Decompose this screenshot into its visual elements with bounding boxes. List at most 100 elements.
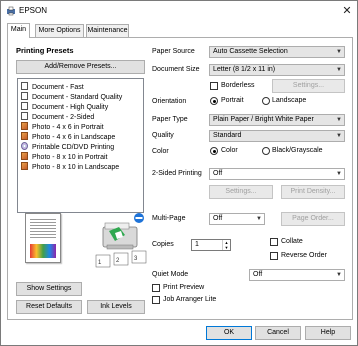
preview-text-line	[30, 225, 56, 226]
preset-label: Photo - 4 x 6 in Landscape	[32, 134, 116, 141]
preset-label: Printable CD/DVD Printing	[32, 144, 115, 151]
list-item[interactable]: Document - High Quality	[21, 102, 108, 111]
quiet-mode-select[interactable]: Off ▼	[249, 269, 345, 281]
copies-value: 1	[195, 241, 199, 248]
photo-icon	[21, 152, 28, 160]
title-bar: EPSON ✕	[1, 1, 357, 21]
paper-type-label: Paper Type	[152, 116, 188, 123]
list-item[interactable]: Printable CD/DVD Printing	[21, 142, 114, 151]
printer-app-icon	[7, 6, 15, 16]
job-arranger-lite-label: Job Arranger Lite	[163, 296, 217, 303]
chevron-down-icon: ▼	[336, 49, 342, 55]
color-option-label: Color	[221, 147, 238, 154]
list-item[interactable]: Photo - 4 x 6 in Portrait	[21, 122, 104, 131]
borderless-settings-button[interactable]: Settings...	[272, 79, 345, 93]
borderless-label: Borderless	[221, 82, 255, 89]
presets-list[interactable]: Document - Fast Document - Standard Qual…	[17, 78, 144, 213]
ink-levels-button[interactable]: Ink Levels	[87, 300, 145, 314]
chevron-down-icon: ▼	[336, 171, 342, 177]
photo-icon	[21, 162, 28, 170]
preview-text-line	[30, 234, 56, 235]
multi-page-select[interactable]: Off ▼	[209, 213, 265, 225]
show-settings-button[interactable]: Show Settings	[16, 282, 82, 296]
stepper-arrows-icon[interactable]: ▲ ▼	[222, 240, 230, 250]
quality-value: Standard	[213, 132, 242, 139]
list-item[interactable]: Photo - 8 x 10 in Landscape	[21, 162, 119, 171]
multi-page-value: Off	[213, 215, 223, 222]
list-item[interactable]: Photo - 8 x 10 in Portrait	[21, 152, 107, 161]
document-size-select[interactable]: Letter (8 1/2 x 11 in) ▼	[209, 64, 345, 76]
printer-illustration: 1 2 3	[95, 213, 147, 268]
photo-icon	[21, 132, 28, 140]
borderless-checkbox[interactable]	[210, 82, 218, 90]
quiet-mode-value: Off	[253, 271, 263, 278]
quality-label: Quality	[152, 132, 174, 139]
preset-label: Document - Standard Quality	[32, 94, 123, 101]
preview-text-line	[30, 219, 56, 220]
list-item[interactable]: Document - 2-Sided	[21, 112, 94, 121]
collate-checkbox[interactable]	[270, 238, 278, 246]
page-order-button[interactable]: Page Order...	[281, 212, 345, 226]
document-size-label: Document Size	[152, 66, 200, 73]
copies-stepper[interactable]: 1 ▲ ▼	[191, 239, 231, 251]
document-icon	[21, 102, 28, 110]
two-sided-settings-button[interactable]: Settings...	[209, 185, 273, 199]
portrait-radio[interactable]	[210, 97, 218, 105]
collate-label: Collate	[281, 238, 303, 245]
tab-more-options[interactable]: More Options	[35, 24, 84, 37]
chevron-down-icon: ▼	[336, 133, 342, 139]
preview-text-line	[30, 222, 56, 223]
add-remove-presets-button[interactable]: Add/Remove Presets...	[16, 60, 145, 74]
help-button[interactable]: Help	[305, 326, 351, 340]
document-icon	[21, 112, 28, 120]
paper-source-select[interactable]: Auto Cassette Selection ▼	[209, 46, 345, 58]
paper-source-label: Paper Source	[152, 48, 195, 55]
ok-button[interactable]: OK	[206, 326, 252, 340]
quality-select[interactable]: Standard ▼	[209, 130, 345, 142]
quiet-mode-label: Quiet Mode	[152, 271, 189, 278]
list-item[interactable]: Photo - 4 x 6 in Landscape	[21, 132, 115, 141]
color-radio[interactable]	[210, 147, 218, 155]
grayscale-label: Black/Grayscale	[272, 147, 323, 154]
tab-maintenance[interactable]: Maintenance	[86, 24, 129, 37]
preview-text-line	[30, 237, 56, 238]
close-icon[interactable]: ✕	[340, 4, 354, 18]
color-bars	[30, 244, 56, 258]
epson-print-dialog: EPSON ✕ Main More Options Maintenance Pr…	[0, 0, 358, 346]
portrait-label: Portrait	[221, 97, 244, 104]
chevron-down-icon: ▼	[336, 117, 342, 123]
paper-preview	[25, 213, 61, 263]
list-item[interactable]: Document - Fast	[21, 82, 84, 91]
list-item[interactable]: Document - Standard Quality	[21, 92, 122, 101]
grayscale-radio[interactable]	[262, 147, 270, 155]
multi-page-label: Multi-Page	[152, 215, 186, 222]
two-sided-printing-select[interactable]: Off ▼	[209, 168, 345, 180]
preset-label: Photo - 8 x 10 in Landscape	[32, 164, 120, 171]
main-tab-panel: Printing Presets Add/Remove Presets... D…	[7, 37, 353, 320]
photo-icon	[21, 122, 28, 130]
preset-label: Document - 2-Sided	[32, 114, 95, 121]
two-sided-value: Off	[213, 170, 223, 177]
preset-label: Photo - 4 x 6 in Portrait	[32, 124, 104, 131]
copies-label: Copies	[152, 241, 174, 248]
color-label: Color	[152, 148, 169, 155]
print-preview-label: Print Preview	[163, 284, 205, 291]
landscape-radio[interactable]	[262, 97, 270, 105]
printing-presets-heading: Printing Presets	[16, 46, 74, 55]
chevron-down-icon: ▼	[256, 216, 262, 222]
reset-defaults-button[interactable]: Reset Defaults	[16, 300, 82, 314]
tab-main[interactable]: Main	[7, 23, 30, 38]
cancel-button[interactable]: Cancel	[255, 326, 301, 340]
print-density-button[interactable]: Print Density...	[281, 185, 345, 199]
print-preview-checkbox[interactable]	[152, 284, 160, 292]
orientation-label: Orientation	[152, 98, 187, 105]
reverse-order-label: Reverse Order	[281, 252, 327, 259]
chevron-down-icon: ▼	[336, 67, 342, 73]
document-icon	[21, 82, 28, 90]
paper-type-select[interactable]: Plain Paper / Bright White Paper ▼	[209, 114, 345, 126]
paper-type-value: Plain Paper / Bright White Paper	[213, 116, 314, 123]
reverse-order-checkbox[interactable]	[270, 252, 278, 260]
job-arranger-lite-checkbox[interactable]	[152, 296, 160, 304]
two-sided-printing-label: 2-Sided Printing	[152, 170, 202, 177]
preset-label: Photo - 8 x 10 in Portrait	[32, 154, 108, 161]
